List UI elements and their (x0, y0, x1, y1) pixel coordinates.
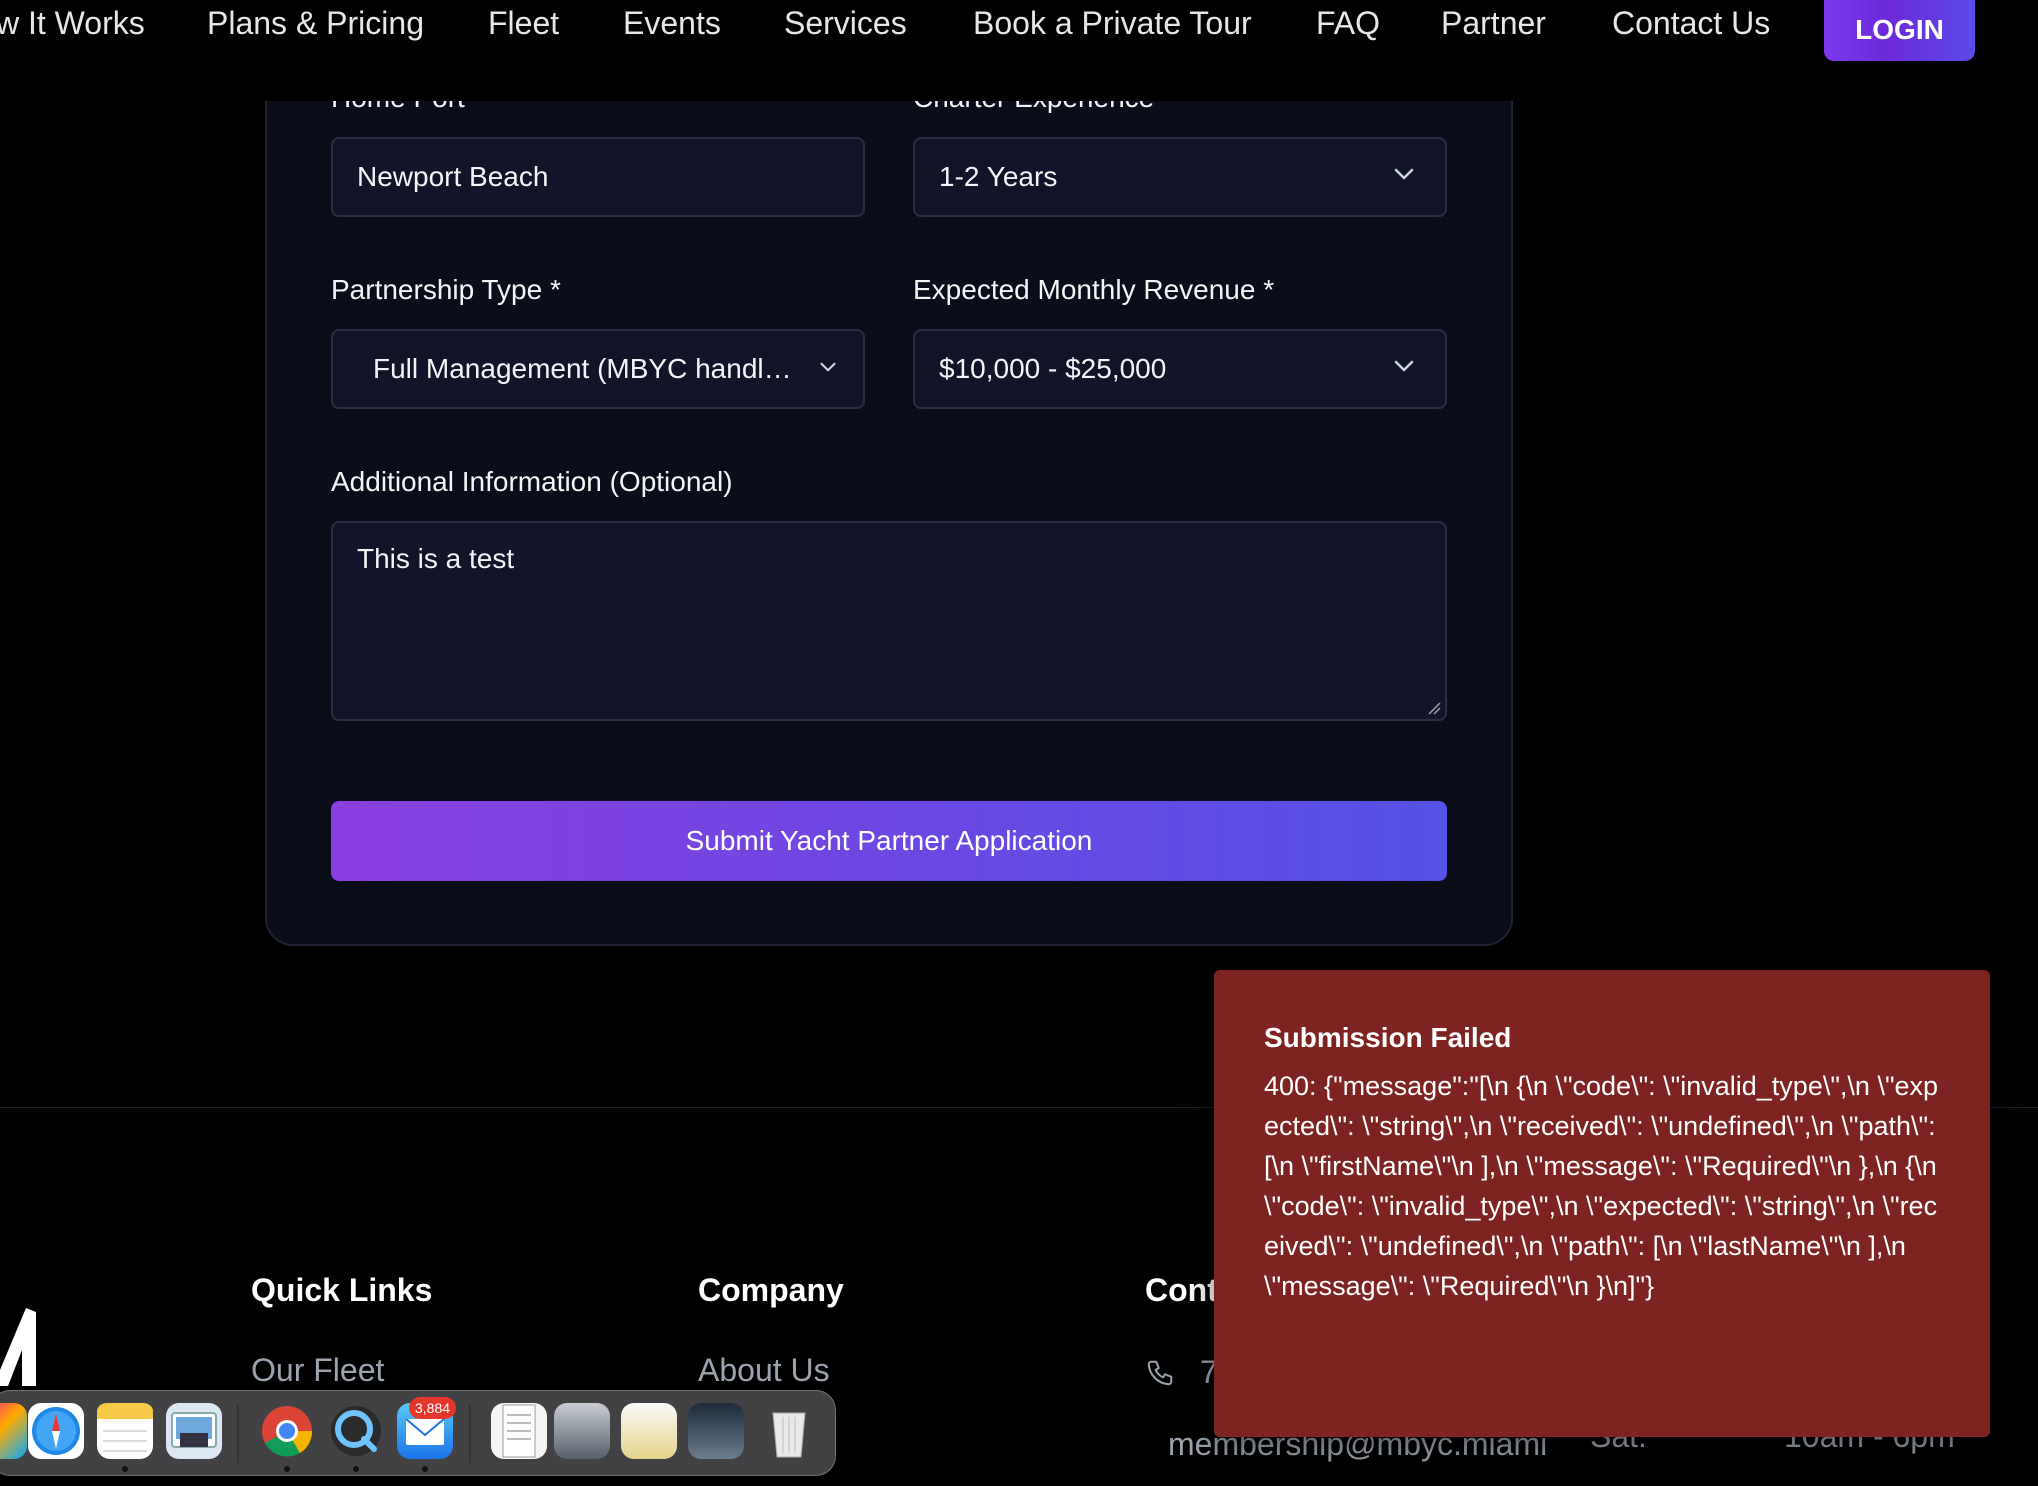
top-navbar: w It Works Plans & Pricing Fleet Events … (0, 0, 2038, 101)
toast-title: Submission Failed (1264, 1022, 1512, 1053)
launchpad-icon[interactable] (0, 1403, 27, 1459)
charter-experience-select[interactable]: 1-2 Years (913, 137, 1447, 217)
mail-badge: 3,884 (409, 1397, 457, 1419)
partnership-type-select[interactable]: Full Management (MBYC handles... (331, 329, 865, 409)
charter-experience-value: 1-2 Years (939, 161, 1058, 192)
login-button[interactable]: LOGIN (1824, 0, 1975, 61)
nav-link-events[interactable]: Events (623, 4, 721, 42)
running-indicator (422, 1466, 428, 1472)
additional-info-value: This is a test (357, 543, 515, 574)
nav-link-how-it-works[interactable]: w It Works (0, 4, 145, 42)
running-indicator (284, 1466, 290, 1472)
additional-info-textarea[interactable]: This is a test (331, 521, 1447, 721)
macos-dock: 3,884 (0, 1390, 836, 1476)
submit-application-button[interactable]: Submit Yacht Partner Application (331, 801, 1447, 881)
expected-revenue-value: $10,000 - $25,000 (939, 353, 1167, 384)
quick-links-heading: Quick Links (251, 1272, 433, 1308)
expected-revenue-select[interactable]: $10,000 - $25,000 (913, 329, 1447, 409)
quicktime-icon[interactable] (328, 1403, 384, 1459)
page: w It Works Plans & Pricing Fleet Events … (0, 0, 2038, 1486)
company-heading: Company (698, 1272, 844, 1308)
home-port-input[interactable]: Newport Beach (331, 137, 865, 217)
nav-link-fleet[interactable]: Fleet (488, 4, 559, 42)
chevron-down-icon (1394, 168, 1414, 180)
resize-grip-icon[interactable] (1427, 701, 1441, 715)
yacht-photo-icon[interactable] (554, 1403, 610, 1459)
brand-logo-icon (0, 1308, 36, 1386)
partnership-type-value: Full Management (MBYC handles... (373, 353, 803, 384)
expected-revenue-label: Expected Monthly Revenue * (913, 274, 1275, 305)
chrome-screenshot-icon[interactable] (621, 1403, 677, 1459)
error-toast[interactable]: Submission Failed 400: {"message":"[\n {… (1214, 970, 1990, 1437)
preview-icon[interactable] (166, 1403, 222, 1459)
home-port-value: Newport Beach (357, 161, 549, 192)
toast-message: 400: {"message":"[\n {\n \"code\": \"inv… (1264, 1071, 1945, 1301)
safari-icon[interactable] (28, 1403, 84, 1459)
yacht-chrome-icon[interactable] (688, 1403, 744, 1459)
nav-link-book-tour[interactable]: Book a Private Tour (973, 4, 1252, 42)
running-indicator (353, 1466, 359, 1472)
nav-link-partner[interactable]: Partner (1441, 4, 1546, 42)
nav-link-plans-pricing[interactable]: Plans & Pricing (207, 4, 424, 42)
document-icon[interactable] (491, 1403, 547, 1459)
chevron-down-icon (1394, 360, 1414, 372)
chevron-down-icon (820, 362, 836, 372)
phone-icon (1147, 1360, 1173, 1386)
nav-link-faq[interactable]: FAQ (1316, 4, 1380, 42)
chrome-icon[interactable] (259, 1403, 315, 1459)
contact-heading: Cont (1145, 1272, 1218, 1308)
trash-icon[interactable] (761, 1403, 817, 1459)
partnership-type-label: Partnership Type * (331, 274, 561, 305)
notes-icon[interactable] (97, 1403, 153, 1459)
footer-link-our-fleet[interactable]: Our Fleet (251, 1352, 384, 1389)
running-indicator (122, 1466, 128, 1472)
additional-info-label: Additional Information (Optional) (331, 466, 733, 497)
nav-link-services[interactable]: Services (784, 4, 907, 42)
dock-separator (237, 1405, 239, 1463)
dock-separator (469, 1405, 471, 1463)
footer-link-about-us[interactable]: About Us (698, 1352, 830, 1389)
nav-link-contact[interactable]: Contact Us (1612, 4, 1770, 42)
